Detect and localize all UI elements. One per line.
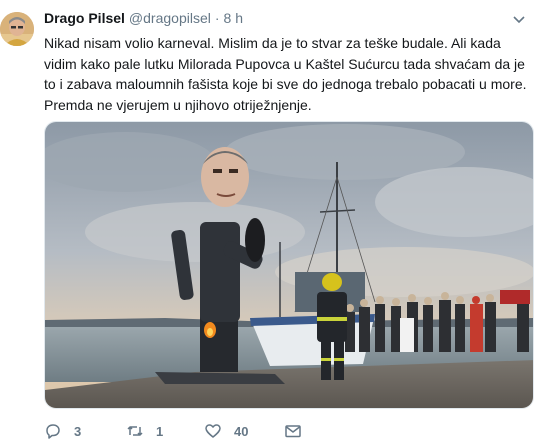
header-separator: ·: [214, 10, 220, 26]
tweet-timestamp[interactable]: 8 h: [224, 10, 243, 26]
direct-message-button[interactable]: [284, 418, 302, 444]
heart-icon: [205, 424, 221, 438]
avatar-image: [0, 12, 34, 46]
retweet-count: 1: [156, 423, 164, 439]
tweet-photo[interactable]: [44, 121, 534, 409]
chevron-down-icon[interactable]: [512, 14, 526, 24]
like-count: 40: [234, 423, 249, 439]
reply-icon: [46, 424, 60, 439]
direct-message-icon: [285, 425, 301, 438]
tweet-header: Drago Pilsel @dragopilsel · 8 h: [44, 10, 243, 30]
reply-button[interactable]: 3: [44, 418, 81, 444]
photo-image: [45, 122, 533, 408]
tweet-text: Nikad nisam volio karneval. Mislim da je…: [44, 35, 527, 113]
like-button[interactable]: 40: [204, 418, 248, 444]
reply-count: 3: [74, 423, 82, 439]
author-handle[interactable]: @dragopilsel: [129, 10, 211, 26]
avatar[interactable]: [0, 12, 34, 46]
tweet-actions: 3 1 40: [44, 418, 534, 444]
tweet[interactable]: Drago Pilsel @dragopilsel · 8 h Nikad ni…: [0, 0, 534, 447]
retweet-icon: [127, 426, 143, 436]
retweet-button[interactable]: 1: [126, 418, 163, 444]
author-name[interactable]: Drago Pilsel: [44, 10, 125, 26]
